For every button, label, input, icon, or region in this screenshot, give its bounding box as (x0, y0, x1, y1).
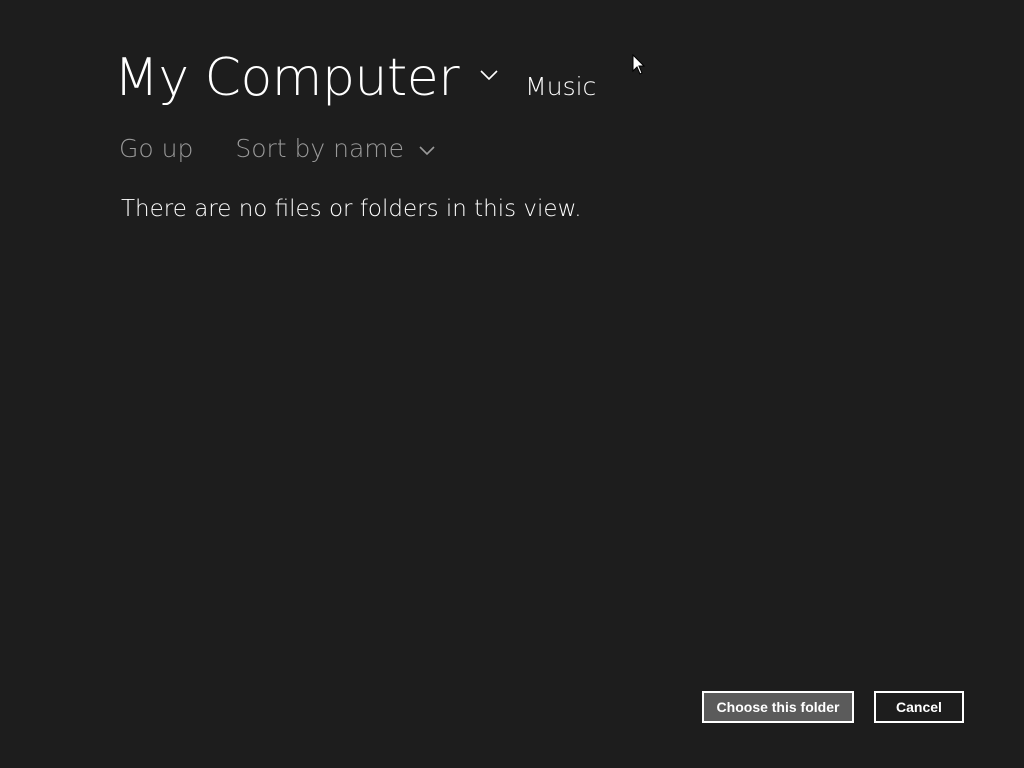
header: My Computer Music (114, 52, 596, 104)
empty-state-message: There are no files or folders in this vi… (121, 196, 582, 222)
cancel-button[interactable]: Cancel (874, 691, 964, 723)
sort-dropdown[interactable]: Sort by name (235, 134, 436, 163)
mouse-cursor-icon (632, 53, 646, 76)
go-up-button[interactable]: Go up (119, 134, 193, 163)
toolbar: Go up Sort by name (119, 134, 436, 163)
choose-folder-button[interactable]: Choose this folder (702, 691, 854, 723)
chevron-down-icon (479, 65, 499, 85)
action-bar: Choose this folder Cancel (702, 691, 964, 723)
chevron-down-icon (418, 142, 436, 160)
folder-picker: My Computer Music Go up Sort by name The… (0, 0, 1024, 768)
sort-label: Sort by name (235, 134, 405, 163)
location-dropdown[interactable]: My Computer (114, 52, 499, 104)
location-title: My Computer (114, 48, 460, 108)
current-folder-breadcrumb[interactable]: Music (525, 72, 596, 101)
